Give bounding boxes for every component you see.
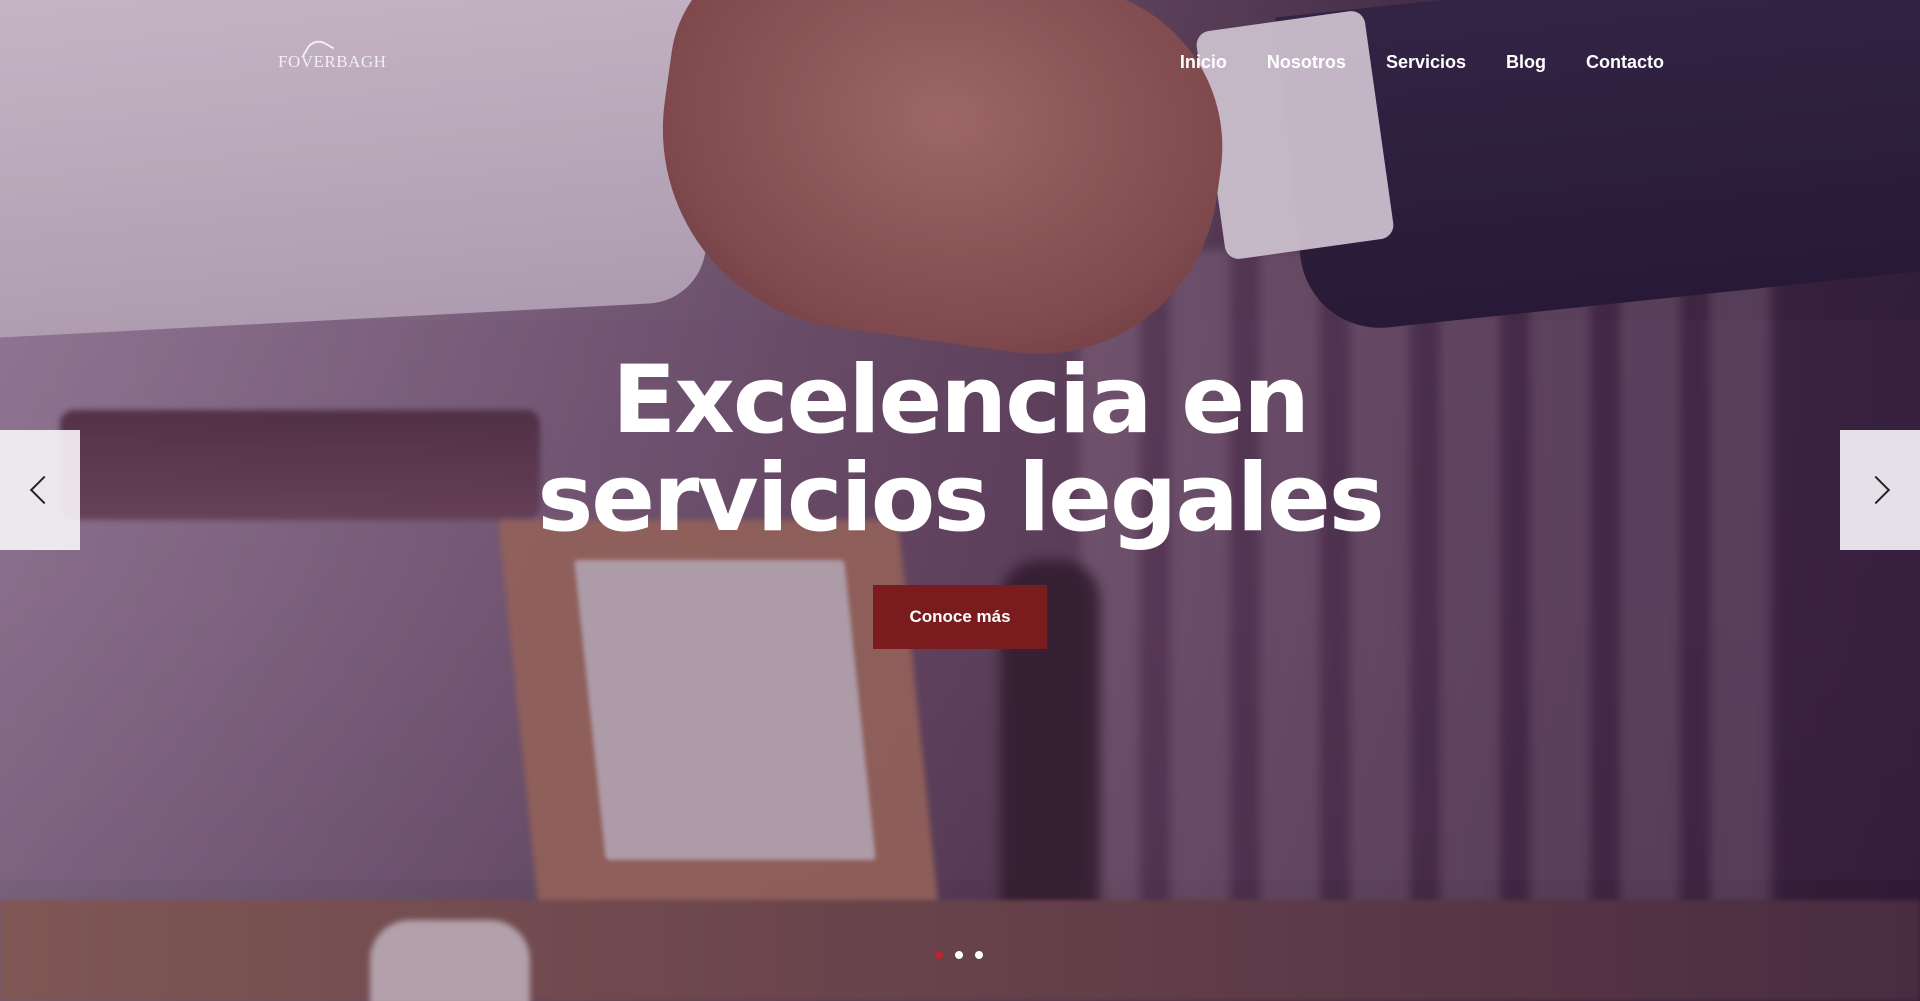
- nav-item-blog[interactable]: Blog: [1506, 52, 1546, 73]
- chevron-right-icon: [1861, 475, 1891, 505]
- slider-dot-3[interactable]: [975, 951, 983, 959]
- conoce-mas-button[interactable]: Conoce más: [873, 585, 1047, 649]
- slider-dot-2[interactable]: [955, 951, 963, 959]
- hero-headline-line1: Excelencia en: [612, 346, 1310, 455]
- slider-dots: [935, 951, 983, 959]
- hero-headline-line2: servicios legales: [537, 444, 1384, 553]
- nav-item-inicio[interactable]: Inicio: [1180, 52, 1227, 73]
- slider-next-button[interactable]: [1840, 430, 1920, 550]
- hero-headline: Excelencia en servicios legales: [0, 352, 1920, 548]
- site-logo[interactable]: FOVERBAGH: [278, 35, 387, 72]
- nav-item-nosotros[interactable]: Nosotros: [1267, 52, 1346, 73]
- logo-text: FOVERBAGH: [278, 52, 387, 71]
- nav-item-contacto[interactable]: Contacto: [1586, 52, 1664, 73]
- nav-item-servicios[interactable]: Servicios: [1386, 52, 1466, 73]
- chevron-left-icon: [29, 475, 59, 505]
- slider-dot-1[interactable]: [935, 951, 943, 959]
- main-nav: Inicio Nosotros Servicios Blog Contacto: [1180, 52, 1664, 73]
- slider-prev-button[interactable]: [0, 430, 80, 550]
